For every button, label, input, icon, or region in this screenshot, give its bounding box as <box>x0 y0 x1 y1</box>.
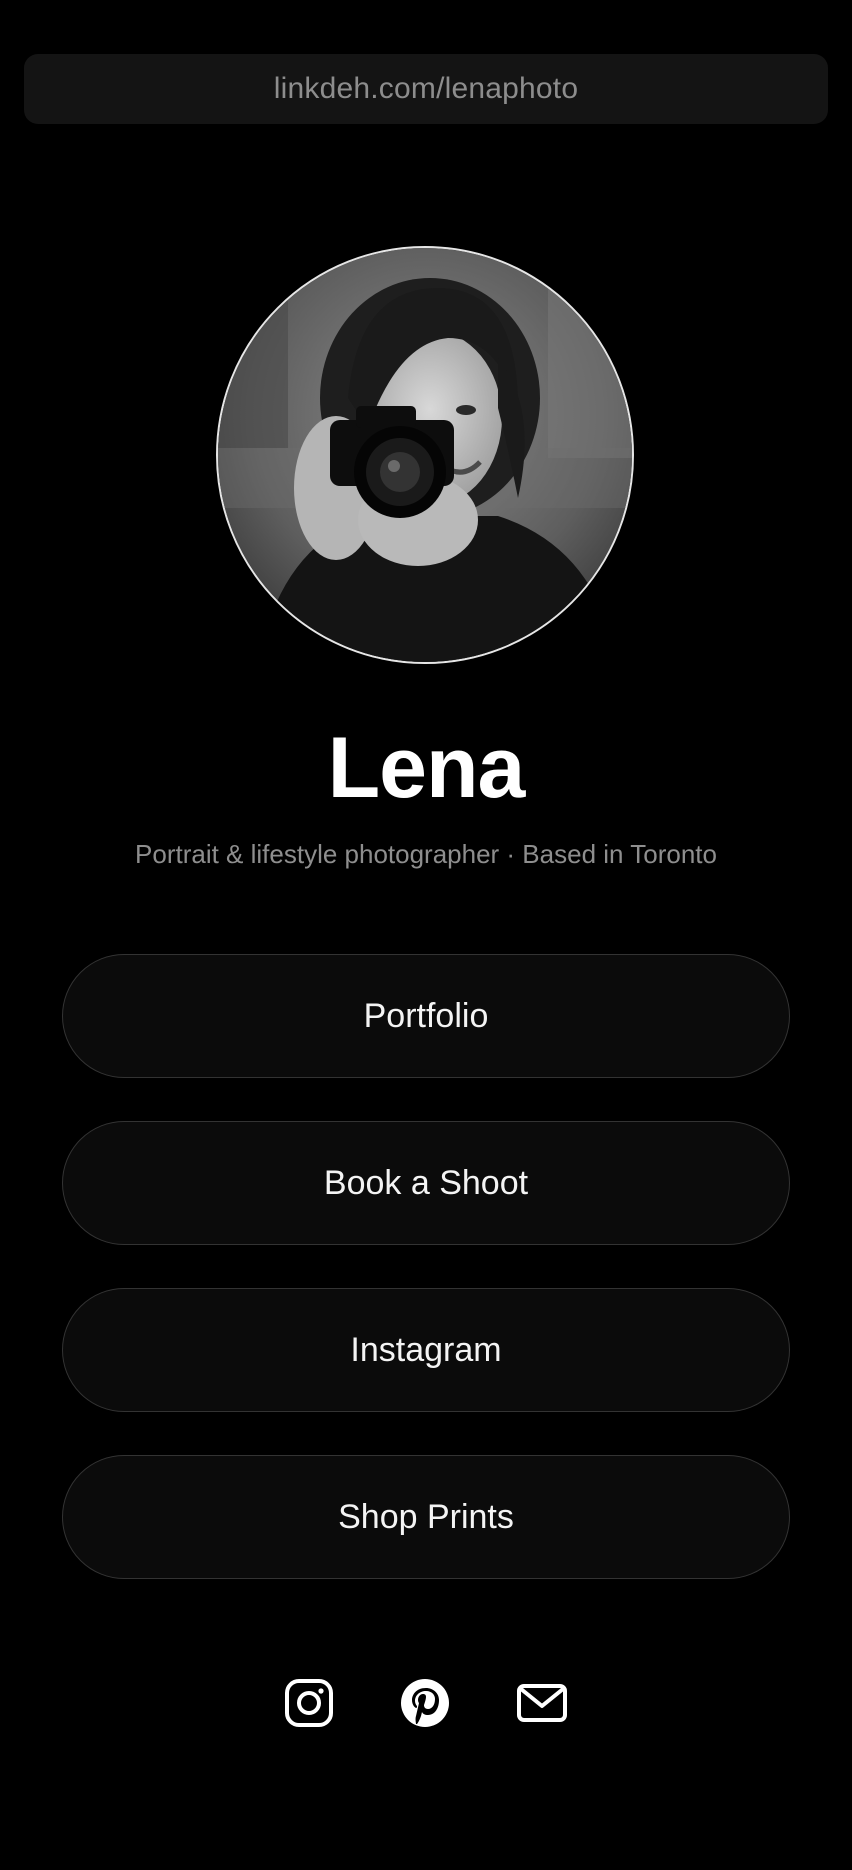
instagram-button[interactable]: Instagram <box>62 1288 790 1412</box>
shop-prints-button[interactable]: Shop Prints <box>62 1455 790 1579</box>
profile-photo <box>218 248 632 662</box>
mail-icon[interactable] <box>516 1678 568 1728</box>
avatar <box>216 246 634 664</box>
link-list: Portfolio Book a Shoot Instagram Shop Pr… <box>62 954 790 1622</box>
shop-prints-button-label: Shop Prints <box>338 1497 514 1536</box>
book-a-shoot-button-label: Book a Shoot <box>323 1163 529 1202</box>
portfolio-button[interactable]: Portfolio <box>62 954 790 1078</box>
instagram-icon[interactable] <box>284 1678 334 1728</box>
instagram-button-label: Instagram <box>350 1330 502 1369</box>
book-a-shoot-button[interactable]: Book a Shoot <box>62 1121 790 1245</box>
pinterest-icon[interactable] <box>400 1678 450 1728</box>
url-bar[interactable]: linkdeh.com/lenaphoto <box>24 54 828 124</box>
portfolio-button-label: Portfolio <box>363 996 489 1035</box>
profile-name: Lena <box>327 720 526 816</box>
url-text: linkdeh.com/lenaphoto <box>273 72 579 105</box>
social-icons <box>0 1678 852 1728</box>
profile-bio: Portrait & lifestyle photographer · Base… <box>135 839 717 869</box>
